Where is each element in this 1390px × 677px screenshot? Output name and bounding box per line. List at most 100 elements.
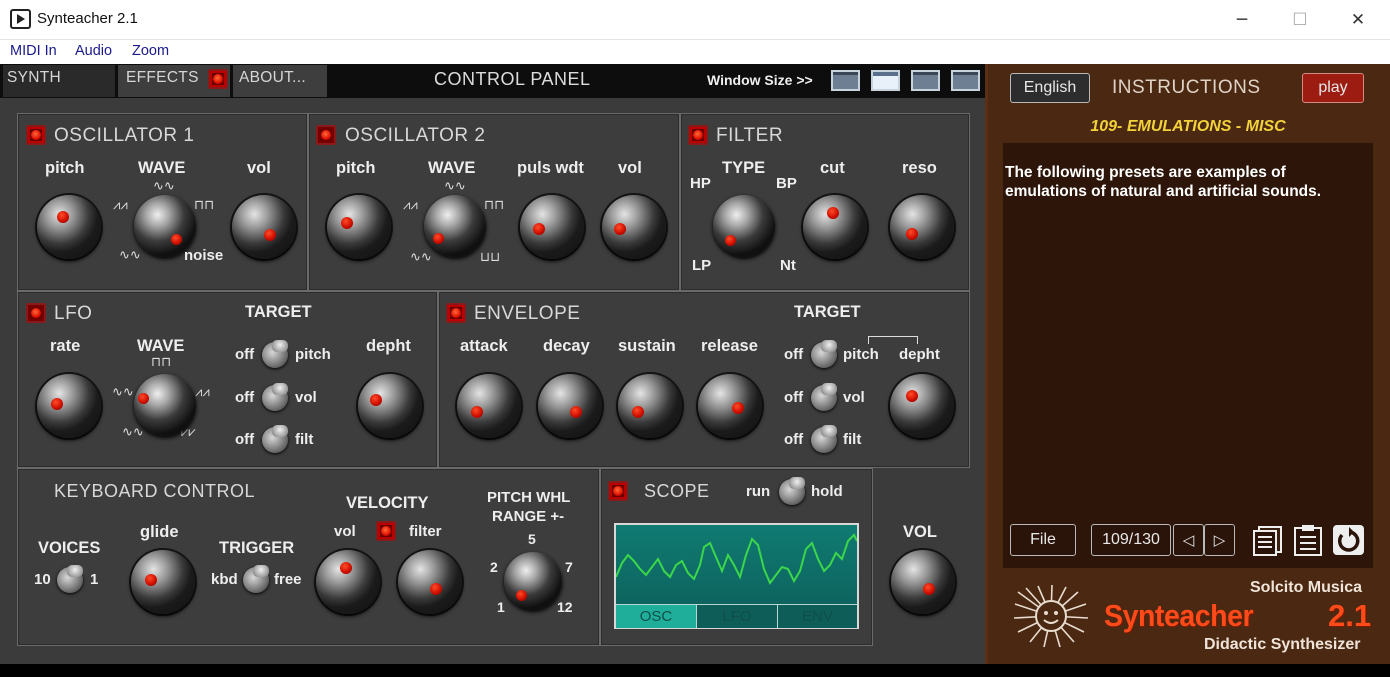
- range-12-label: 12: [557, 599, 573, 615]
- envelope-filt-toggle[interactable]: [811, 425, 837, 453]
- osc1-noise-label: noise: [184, 247, 224, 264]
- menu-zoom[interactable]: Zoom: [132, 43, 169, 59]
- filter-hp-label: HP: [690, 175, 711, 192]
- scope-power-led[interactable]: [608, 481, 628, 501]
- range-5-label: 5: [528, 531, 536, 547]
- osc2-power-led[interactable]: [316, 125, 336, 145]
- voices-toggle[interactable]: [57, 565, 83, 593]
- tab-synth[interactable]: SYNTH: [3, 65, 115, 97]
- pitch-range-selector-knob[interactable]: [504, 552, 562, 610]
- lfo-pitch-toggle[interactable]: [262, 340, 288, 368]
- envelope-vol-toggle[interactable]: [811, 383, 837, 411]
- osc2-triangle-wave-icon: ∿∿: [444, 179, 466, 194]
- lfo-title: LFO: [54, 303, 93, 324]
- filter-cut-knob[interactable]: [803, 195, 867, 259]
- window-size-3-button[interactable]: [911, 70, 940, 91]
- effects-led-icon[interactable]: [208, 69, 228, 89]
- scope-title: SCOPE: [644, 481, 710, 501]
- tab-about[interactable]: ABOUT...: [233, 65, 327, 97]
- osc1-power-led[interactable]: [26, 125, 46, 145]
- prev-preset-button[interactable]: ◁: [1173, 524, 1204, 556]
- lfo-pitch-label: pitch: [295, 346, 331, 363]
- osc1-triangle-wave-icon: ∿∿: [153, 179, 175, 194]
- envelope-target-bracket: [868, 336, 918, 344]
- scope-run-hold-toggle[interactable]: [779, 477, 805, 505]
- envelope-attack-knob[interactable]: [457, 374, 521, 438]
- close-button[interactable]: ✕: [1329, 0, 1387, 40]
- menu-bar: MIDI In Audio Zoom: [0, 40, 1390, 64]
- lfo-vol-off-label: off: [235, 389, 255, 406]
- lfo-depht-knob[interactable]: [358, 374, 422, 438]
- window-size-4-button[interactable]: [951, 70, 980, 91]
- osc2-pitch-knob[interactable]: [327, 195, 391, 259]
- osc1-title: OSCILLATOR 1: [54, 125, 195, 146]
- envelope-target-label: TARGET: [794, 303, 861, 321]
- osc2-vol-knob[interactable]: [602, 195, 666, 259]
- control-panel-title: CONTROL PANEL: [434, 69, 591, 89]
- osc2-puls-wdt-label: puls wdt: [517, 159, 584, 177]
- osc1-pitch-label: pitch: [45, 159, 85, 177]
- osc1-saw-wave-icon: ⩘⩘: [113, 198, 128, 213]
- lfo-depht-label: depht: [366, 337, 411, 355]
- glide-label: glide: [140, 523, 179, 541]
- lfo-filt-toggle[interactable]: [262, 425, 288, 453]
- maximize-button[interactable]: ☐: [1271, 0, 1329, 40]
- menu-audio[interactable]: Audio: [75, 43, 112, 59]
- lfo-vol-toggle[interactable]: [262, 383, 288, 411]
- osc2-pulse-width-knob[interactable]: [520, 195, 584, 259]
- envelope-filt-label: filt: [843, 431, 862, 448]
- envelope-sustain-knob[interactable]: [618, 374, 682, 438]
- osc1-sine-wave-icon: ∿∿: [119, 248, 141, 263]
- reset-icon[interactable]: [1332, 524, 1365, 556]
- velocity-vol-knob[interactable]: [316, 550, 380, 614]
- envelope-decay-knob[interactable]: [538, 374, 602, 438]
- trigger-free-label: free: [274, 571, 302, 588]
- osc1-vol-knob[interactable]: [232, 195, 296, 259]
- menu-midi-in[interactable]: MIDI In: [10, 43, 57, 59]
- window-size-1-button[interactable]: [831, 70, 860, 91]
- filter-reso-knob[interactable]: [890, 195, 954, 259]
- scope-tab-lfo[interactable]: LFO: [696, 604, 777, 628]
- pitch-whl-label: PITCH WHL: [487, 489, 571, 506]
- envelope-pitch-off-label: off: [784, 346, 804, 363]
- brand-tagline: Didactic Synthesizer: [1204, 636, 1361, 653]
- osc1-pitch-knob[interactable]: [37, 195, 101, 259]
- lfo-wave-selector-knob[interactable]: [134, 374, 196, 436]
- velocity-filter-label: filter: [409, 523, 442, 540]
- osc2-sine-wave-icon: ∿∿: [410, 250, 432, 265]
- file-button[interactable]: File: [1010, 524, 1076, 556]
- envelope-pitch-toggle[interactable]: [811, 340, 837, 368]
- range-2-label: 2: [490, 559, 498, 575]
- minimize-button[interactable]: ─: [1213, 0, 1271, 40]
- paste-icon[interactable]: [1292, 524, 1324, 556]
- brand-version: 2.1: [1328, 598, 1372, 633]
- next-preset-button[interactable]: ▷: [1204, 524, 1235, 556]
- trigger-toggle[interactable]: [243, 565, 269, 593]
- scope-hold-label: hold: [811, 483, 843, 500]
- lfo-wave-label: WAVE: [137, 337, 185, 355]
- play-button[interactable]: play: [1302, 73, 1364, 103]
- envelope-vol-label: vol: [843, 389, 865, 406]
- scope-tab-osc[interactable]: OSC: [616, 604, 696, 628]
- osc1-square-wave-icon: ⊓⊓: [194, 198, 215, 213]
- osc2-wave-label: WAVE: [428, 159, 476, 177]
- filter-type-selector-knob[interactable]: [713, 195, 775, 257]
- velocity-label: VELOCITY: [346, 494, 429, 512]
- velocity-filter-knob[interactable]: [398, 550, 462, 614]
- language-button[interactable]: English: [1010, 73, 1090, 103]
- envelope-power-led[interactable]: [446, 303, 466, 323]
- filter-power-led[interactable]: [688, 125, 708, 145]
- envelope-depht-knob[interactable]: [890, 374, 954, 438]
- scope-tab-env[interactable]: ENV: [777, 604, 857, 628]
- lfo-power-led[interactable]: [26, 303, 46, 323]
- copy-icon[interactable]: [1252, 524, 1284, 556]
- glide-knob[interactable]: [131, 550, 195, 614]
- filter-cut-label: cut: [820, 159, 845, 177]
- osc2-wave-selector-knob[interactable]: [424, 195, 486, 257]
- lfo-rate-knob[interactable]: [37, 374, 101, 438]
- window-size-2-button[interactable]: [871, 70, 900, 91]
- lfo-square-wave-icon: ⊓⊓: [151, 355, 172, 370]
- master-vol-knob[interactable]: [891, 550, 955, 614]
- velocity-led[interactable]: [376, 521, 396, 541]
- envelope-release-knob[interactable]: [698, 374, 762, 438]
